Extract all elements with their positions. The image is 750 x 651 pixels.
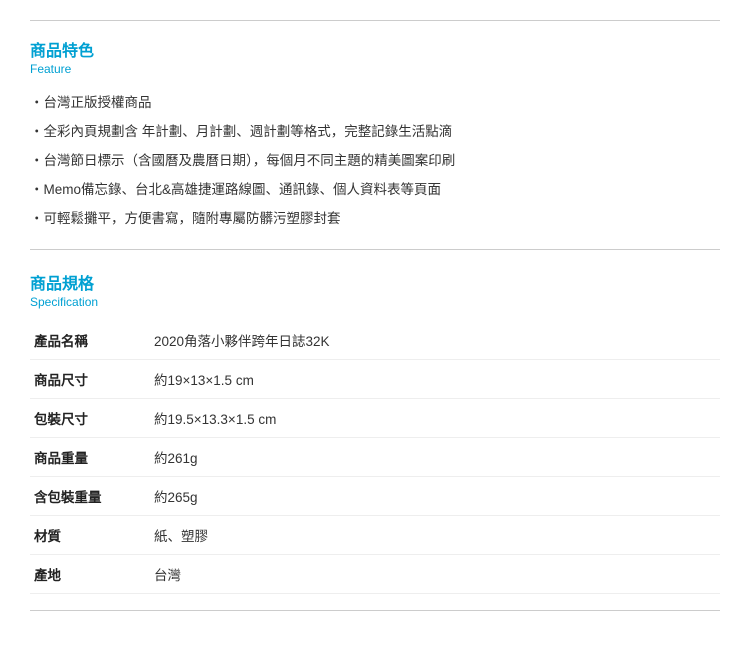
feature-item-2: 台灣節日標示（含國曆及農曆日期），每個月不同主題的精美圖案印刷: [30, 146, 720, 175]
specification-tbody: 產品名稱2020角落小夥伴跨年日誌32K商品尺寸約19×13×1.5 cm包裝尺…: [30, 321, 720, 594]
spec-value-2: 約19.5×13.3×1.5 cm: [150, 399, 720, 438]
spec-row-6: 產地台灣: [30, 555, 720, 594]
spec-value-3: 約261g: [150, 438, 720, 477]
specification-divider-bottom: [30, 610, 720, 611]
spec-value-1: 約19×13×1.5 cm: [150, 360, 720, 399]
spec-label-6: 產地: [30, 555, 150, 594]
specification-section: 商品規格 Specification 產品名稱2020角落小夥伴跨年日誌32K商…: [30, 270, 720, 611]
spec-label-4: 含包裝重量: [30, 477, 150, 516]
page-container: 商品特色 Feature 台灣正版授權商品全彩內頁規劃含 年計劃、月計劃、週計劃…: [0, 0, 750, 651]
feature-list: 台灣正版授權商品全彩內頁規劃含 年計劃、月計劃、週計劃等格式，完整記錄生活點滴台…: [30, 88, 720, 233]
feature-item-4: 可輕鬆攤平，方便書寫，隨附專屬防髒污塑膠封套: [30, 204, 720, 233]
specification-table: 產品名稱2020角落小夥伴跨年日誌32K商品尺寸約19×13×1.5 cm包裝尺…: [30, 321, 720, 594]
spec-value-0: 2020角落小夥伴跨年日誌32K: [150, 321, 720, 360]
feature-title-zh: 商品特色: [30, 37, 720, 61]
spec-value-5: 紙、塑膠: [150, 516, 720, 555]
spec-label-2: 包裝尺寸: [30, 399, 150, 438]
spec-label-1: 商品尺寸: [30, 360, 150, 399]
spec-value-6: 台灣: [150, 555, 720, 594]
feature-divider-top: [30, 20, 720, 21]
feature-item-3: Memo備忘錄、台北&高雄捷運路線圖、通訊錄、個人資料表等頁面: [30, 175, 720, 204]
spec-label-3: 商品重量: [30, 438, 150, 477]
spec-value-4: 約265g: [150, 477, 720, 516]
spec-row-2: 包裝尺寸約19.5×13.3×1.5 cm: [30, 399, 720, 438]
spec-row-5: 材質紙、塑膠: [30, 516, 720, 555]
feature-divider-bottom: [30, 249, 720, 250]
spec-row-3: 商品重量約261g: [30, 438, 720, 477]
feature-item-1: 全彩內頁規劃含 年計劃、月計劃、週計劃等格式，完整記錄生活點滴: [30, 117, 720, 146]
feature-section: 商品特色 Feature 台灣正版授權商品全彩內頁規劃含 年計劃、月計劃、週計劃…: [30, 20, 720, 250]
spec-label-5: 材質: [30, 516, 150, 555]
specification-title-en: Specification: [30, 295, 720, 309]
spec-row-1: 商品尺寸約19×13×1.5 cm: [30, 360, 720, 399]
specification-header: 商品規格 Specification: [30, 270, 720, 309]
specification-title-zh: 商品規格: [30, 270, 720, 294]
spec-label-0: 產品名稱: [30, 321, 150, 360]
feature-header: 商品特色 Feature: [30, 37, 720, 76]
feature-item-0: 台灣正版授權商品: [30, 88, 720, 117]
spec-row-4: 含包裝重量約265g: [30, 477, 720, 516]
spec-row-0: 產品名稱2020角落小夥伴跨年日誌32K: [30, 321, 720, 360]
feature-title-en: Feature: [30, 62, 720, 76]
